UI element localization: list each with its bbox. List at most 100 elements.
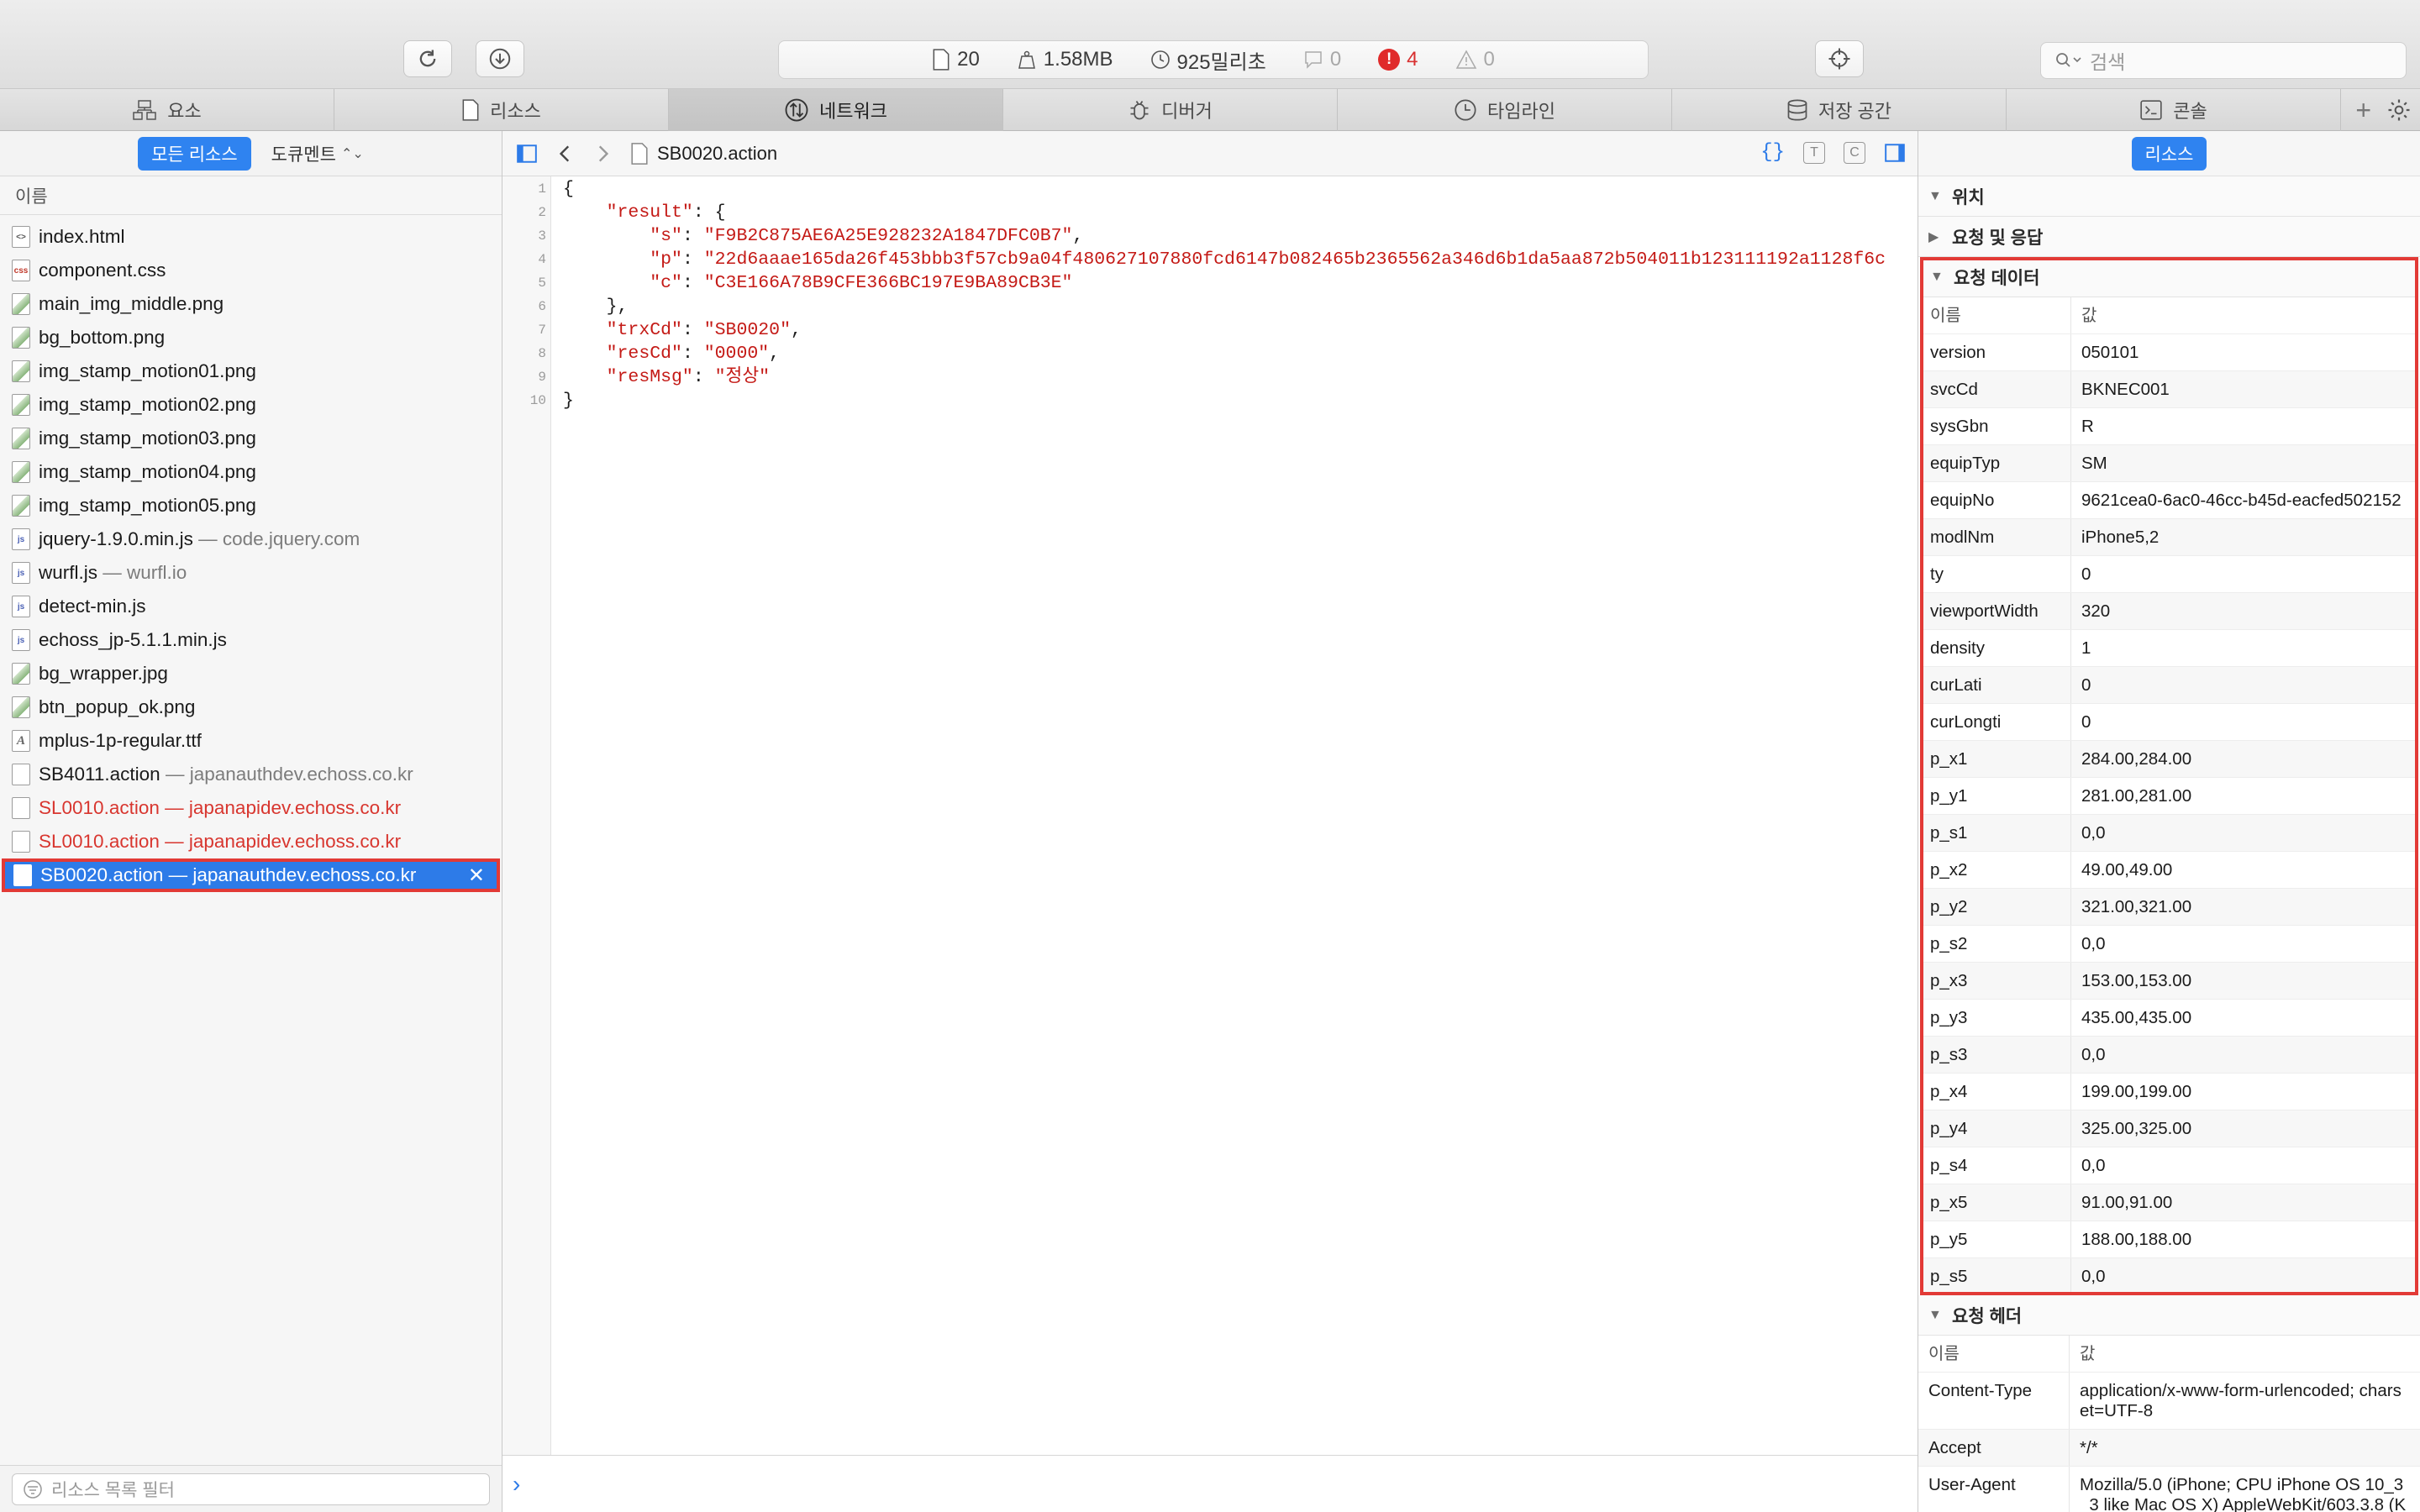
table-row[interactable]: p_s5 0,0 (1920, 1258, 2418, 1295)
table-row[interactable]: User-Agent Mozilla/5.0 (iPhone; CPU iPhon… (1918, 1467, 2420, 1512)
code-line: "trxCd": "SB0020", (563, 319, 802, 341)
transfer-size[interactable]: 1.58MB (1017, 48, 1113, 71)
table-row[interactable]: p_y3 435.00,435.00 (1920, 1000, 2418, 1037)
table-row[interactable]: equipTyp SM (1920, 445, 2418, 482)
table-row[interactable]: p_y5 188.00,188.00 (1920, 1221, 2418, 1258)
tab-console[interactable]: 콘솔 (2007, 89, 2341, 131)
table-row[interactable]: modlNm iPhone5,2 (1920, 519, 2418, 556)
request-response-section-header[interactable]: ▶ 요청 및 응답 (1918, 217, 2420, 257)
column-header-value: 값 (2081, 307, 2097, 325)
resource-label: component.css (39, 260, 166, 281)
table-row[interactable]: version 050101 (1920, 334, 2418, 371)
resource-filter-input[interactable]: 리소스 목록 필터 (12, 1473, 490, 1505)
resource-label: SL0010.action — japanapidev.echoss.co.kr (39, 797, 401, 819)
resource-list-item[interactable]: img_stamp_motion05.png (0, 489, 502, 522)
resource-count[interactable]: 20 (932, 48, 980, 71)
text-type-icon[interactable]: T (1803, 141, 1825, 164)
resource-filename: echoss_jp-5.1.1.min.js (39, 629, 227, 650)
resource-list-item[interactable]: js detect-min.js (0, 590, 502, 623)
resource-label: jquery-1.9.0.min.js — code.jquery.com (39, 528, 360, 550)
location-section-header[interactable]: ▼ 위치 (1918, 176, 2420, 217)
error-count[interactable]: ! 4 (1378, 48, 1418, 71)
table-row[interactable]: p_x5 91.00,91.00 (1920, 1184, 2418, 1221)
table-row[interactable]: curLati 0 (1920, 667, 2418, 704)
resource-details-button[interactable]: 리소스 (2131, 136, 2207, 171)
log-count[interactable]: 0 (1303, 48, 1341, 71)
all-resources-button[interactable]: 모든 리소스 (138, 136, 251, 171)
table-row[interactable]: curLongti 0 (1920, 704, 2418, 741)
inspect-button[interactable] (1815, 40, 1864, 77)
resource-list-item[interactable]: main_img_middle.png (0, 287, 502, 321)
forward-arrow-icon[interactable] (593, 143, 612, 165)
table-row[interactable]: p_x4 199.00,199.00 (1920, 1074, 2418, 1110)
back-arrow-icon[interactable] (556, 143, 575, 165)
resource-list-item[interactable]: SL0010.action — japanapidev.echoss.co.kr (0, 791, 502, 825)
tab-resources[interactable]: 리소스 (334, 89, 669, 131)
resource-list-item[interactable]: css component.css (0, 254, 502, 287)
resource-list-item[interactable]: SL0010.action — japanapidev.echoss.co.kr (0, 825, 502, 858)
table-row[interactable]: sysGbn R (1920, 408, 2418, 445)
table-row[interactable]: viewportWidth 320 (1920, 593, 2418, 630)
resource-list-item[interactable]: img_stamp_motion01.png (0, 354, 502, 388)
tab-network[interactable]: 네트워크 (669, 89, 1003, 131)
resource-list-item[interactable]: bg_bottom.png (0, 321, 502, 354)
pretty-print-icon[interactable]: {} (1760, 141, 1785, 164)
param-value: 320 (2081, 601, 2111, 621)
resource-domain: — wurfl.io (97, 562, 187, 583)
add-tab-icon[interactable]: + (2355, 97, 2371, 123)
table-row[interactable]: p_s3 0,0 (1920, 1037, 2418, 1074)
settings-gear-icon[interactable] (2386, 97, 2412, 123)
search-input[interactable]: 검색 (2040, 42, 2407, 79)
resource-list-item[interactable]: img_stamp_motion04.png (0, 455, 502, 489)
tab-debugger[interactable]: 디버거 (1003, 89, 1338, 131)
resource-filename: btn_popup_ok.png (39, 696, 196, 717)
table-row[interactable]: p_x2 49.00,49.00 (1920, 852, 2418, 889)
request-headers-section-header[interactable]: ▼ 요청 헤더 (1918, 1295, 2420, 1336)
resource-list-item[interactable]: img_stamp_motion02.png (0, 388, 502, 422)
table-row[interactable]: p_x3 153.00,153.00 (1920, 963, 2418, 1000)
table-row[interactable]: p_s1 0,0 (1920, 815, 2418, 852)
table-row[interactable]: p_x1 284.00,284.00 (1920, 741, 2418, 778)
load-time[interactable]: 925밀리초 (1150, 45, 1266, 75)
table-row[interactable]: p_y1 281.00,281.00 (1920, 778, 2418, 815)
table-row[interactable]: ty 0 (1920, 556, 2418, 593)
toggle-left-sidebar-icon[interactable] (516, 143, 538, 165)
resource-list-item[interactable]: js wurfl.js — wurfl.io (0, 556, 502, 590)
resource-list-item[interactable]: SB4011.action — japanauthdev.echoss.co.k… (0, 758, 502, 791)
table-row[interactable]: p_s2 0,0 (1920, 926, 2418, 963)
request-data-section-header[interactable]: ▼ 요청 데이터 (1920, 257, 2418, 297)
resource-list-item[interactable]: js jquery-1.9.0.min.js — code.jquery.com (0, 522, 502, 556)
table-row[interactable]: density 1 (1920, 630, 2418, 667)
resource-list-item[interactable]: bg_wrapper.jpg (0, 657, 502, 690)
param-name: density (1920, 630, 2071, 666)
resource-list-item[interactable]: SB0020.action — japanauthdev.echoss.co.k… (2, 858, 500, 892)
table-row[interactable]: Content-Type application/x-www-form-urlen… (1918, 1373, 2420, 1430)
tab-storage[interactable]: 저장 공간 (1672, 89, 2007, 131)
tab-elements[interactable]: 요소 (0, 89, 334, 131)
close-icon[interactable]: ✕ (468, 864, 485, 888)
table-row[interactable]: p_y2 321.00,321.00 (1920, 889, 2418, 926)
code-editor[interactable]: 1 {2 "result": {3 "s": "F9B2C875AE6A25E92… (502, 176, 1918, 1455)
download-button[interactable] (476, 40, 524, 77)
tab-label: 네트워크 (819, 101, 887, 122)
grouping-dropdown[interactable]: 도큐멘트 ⌃⌄ (271, 141, 364, 166)
console-prompt[interactable]: › (502, 1455, 1918, 1512)
table-row[interactable]: svcCd BKNEC001 (1920, 371, 2418, 408)
breadcrumb[interactable]: SB0020.action (630, 142, 777, 165)
weight-icon (1018, 50, 1035, 69)
table-row[interactable]: p_y4 325.00,325.00 (1920, 1110, 2418, 1147)
reload-button[interactable] (403, 40, 452, 77)
column-header-name[interactable]: 이름 (0, 176, 502, 215)
resource-list-item[interactable]: <> index.html (0, 220, 502, 254)
resource-list-item[interactable]: img_stamp_motion03.png (0, 422, 502, 455)
warning-count[interactable]: 0 (1455, 48, 1495, 71)
resource-list-item[interactable]: Amplus-1p-regular.ttf (0, 724, 502, 758)
table-row[interactable]: Accept */* (1918, 1430, 2420, 1467)
resource-list-item[interactable]: js echoss_jp-5.1.1.min.js (0, 623, 502, 657)
tab-timeline[interactable]: 타임라인 (1338, 89, 1672, 131)
toggle-right-sidebar-icon[interactable] (1884, 142, 1906, 164)
cookie-icon[interactable]: C (1844, 141, 1865, 164)
table-row[interactable]: p_s4 0,0 (1920, 1147, 2418, 1184)
table-row[interactable]: equipNo 9621cea0-6ac0-46cc-b45d-eacfed502… (1920, 482, 2418, 519)
resource-list-item[interactable]: btn_popup_ok.png (0, 690, 502, 724)
